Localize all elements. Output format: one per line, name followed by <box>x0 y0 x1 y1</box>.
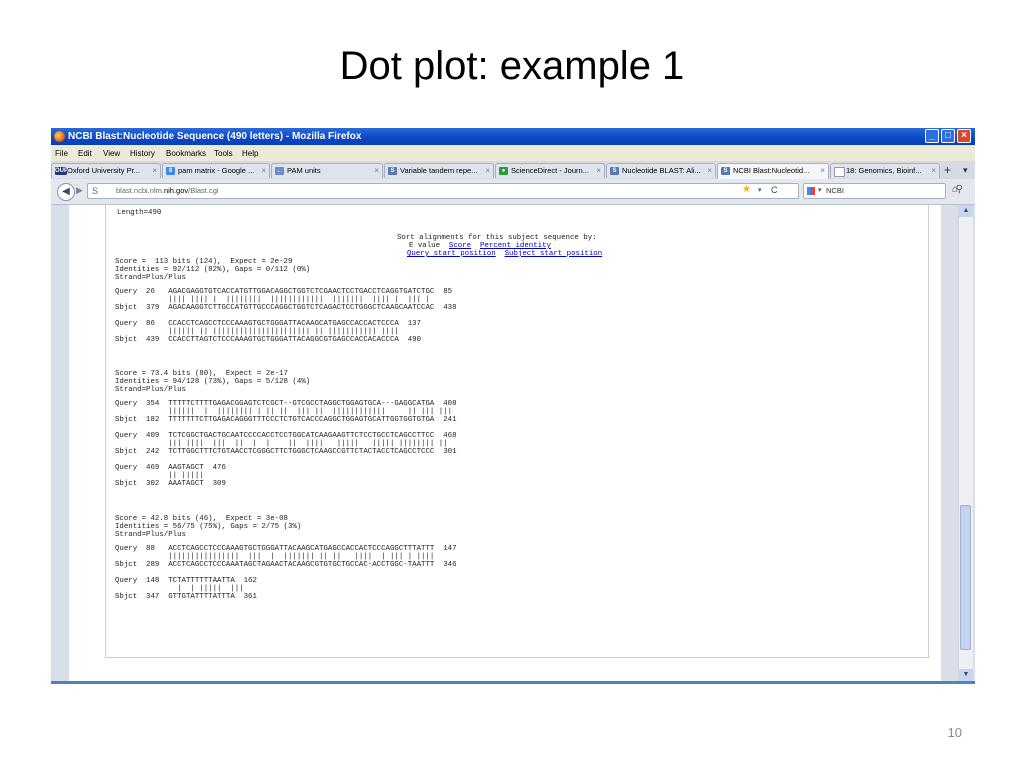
oup-icon: OUP <box>55 167 69 175</box>
page-number: 10 <box>947 725 962 740</box>
back-button[interactable]: ◀ <box>57 183 75 201</box>
google-icon: 8 <box>166 167 175 175</box>
google-icon[interactable] <box>807 187 815 195</box>
tab-genomics[interactable]: 18: Genomics, Bioinf... × <box>830 163 940 178</box>
back-arrow-icon: ← <box>275 167 284 175</box>
subject-length: Length=490 <box>117 209 162 217</box>
tab-close-icon[interactable]: × <box>707 164 712 178</box>
tab-close-icon[interactable]: × <box>931 164 936 178</box>
tab-close-icon[interactable]: × <box>596 164 601 178</box>
tab-variable-tandem[interactable]: S Variable tandem repe... × <box>384 163 494 178</box>
menu-help[interactable]: Help <box>242 146 258 161</box>
tab-oxford[interactable]: OUP Oxford University Pr... × <box>51 163 161 178</box>
blast-results-page: Length=490 Sort alignments for this subj… <box>69 205 941 681</box>
tab-close-icon[interactable]: × <box>820 164 825 178</box>
url-text: blast.ncbi.nlm.nih.gov/Blast.cgi <box>116 186 219 195</box>
sort-by-score-link[interactable]: Score <box>449 242 471 250</box>
ncbi-icon: S <box>610 167 619 175</box>
sort-row-2: Query start position Subject start posit… <box>407 250 602 258</box>
tab-pam-matrix[interactable]: 8 pam matrix - Google ... × <box>162 163 270 178</box>
search-text: NCBI <box>826 186 844 195</box>
tab-ncbi-blast-active[interactable]: S NCBI Blast:Nucleotid... × <box>717 163 829 179</box>
tab-close-icon[interactable]: × <box>261 164 266 178</box>
sort-by-query-start-link[interactable]: Query start position <box>407 250 496 258</box>
close-button[interactable]: × <box>957 129 971 143</box>
maximize-button[interactable]: □ <box>941 129 955 143</box>
menu-tools[interactable]: Tools <box>214 146 233 161</box>
menu-view[interactable]: View <box>103 146 120 161</box>
site-identity-icon[interactable]: S <box>92 184 98 198</box>
url-bar[interactable]: S blast.ncbi.nlm.nih.gov/Blast.cgi ★ ▾ C <box>87 183 799 199</box>
ncbi-icon: S <box>721 167 730 175</box>
url-dropdown-icon[interactable]: ▾ <box>758 184 762 198</box>
sort-by-subject-start-link[interactable]: Subject start position <box>505 250 603 258</box>
tab-close-icon[interactable]: × <box>152 164 157 178</box>
bookmark-star-icon[interactable]: ★ <box>742 183 751 197</box>
firefox-icon <box>54 131 65 142</box>
tab-pam-units[interactable]: ← PAM units × <box>271 163 383 178</box>
menu-edit[interactable]: Edit <box>78 146 92 161</box>
menu-history[interactable]: History <box>130 146 155 161</box>
sort-by-identity-link[interactable]: Percent identity <box>480 242 551 250</box>
minimize-button[interactable]: _ <box>925 129 939 143</box>
hsp-2-alignment: Score = 73.4 bits (80), Expect = 2e-17 Id… <box>115 370 457 488</box>
window-titlebar[interactable]: NCBI Blast:Nucleotide Sequence (490 lett… <box>51 128 975 145</box>
window-title: NCBI Blast:Nucleotide Sequence (490 lett… <box>68 131 362 142</box>
sciencedirect-icon: ● <box>499 167 508 175</box>
menu-bookmarks[interactable]: Bookmarks <box>166 146 206 161</box>
hsp-3-alignment: Score = 42.8 bits (46), Expect = 3e-08 Id… <box>115 515 457 601</box>
scrollbar-thumb[interactable] <box>960 505 971 650</box>
browser-window: NCBI Blast:Nucleotide Sequence (490 lett… <box>51 128 975 684</box>
page-content-area: Length=490 Sort alignments for this subj… <box>51 205 975 681</box>
sort-header: Sort alignments for this subject sequenc… <box>397 234 597 242</box>
scroll-up-arrow-icon[interactable]: ▲ <box>959 205 973 217</box>
forward-button[interactable]: ▶ <box>76 185 83 196</box>
blank-page-icon <box>834 167 845 177</box>
slide-title: Dot plot: example 1 <box>339 44 685 88</box>
tab-bar: OUP Oxford University Pr... × 8 pam matr… <box>51 161 975 179</box>
tab-list-button[interactable]: ▾ <box>963 163 968 177</box>
vertical-scrollbar[interactable]: ▲ ▼ <box>958 205 973 681</box>
hsp-1-alignment: Score = 113 bits (124), Expect = 2e-29 Id… <box>115 258 457 344</box>
new-tab-button[interactable]: + <box>944 163 951 177</box>
engine-dropdown-icon[interactable]: ▾ <box>818 184 822 198</box>
sort-row-1: E value Score Percent identity <box>409 242 551 250</box>
tab-close-icon[interactable]: × <box>485 164 490 178</box>
ncbi-icon: S <box>388 167 397 175</box>
navigation-bar: ◀ ▶ S blast.ncbi.nlm.nih.gov/Blast.cgi ★… <box>51 180 975 205</box>
reload-icon[interactable]: C <box>771 183 778 197</box>
home-icon[interactable]: ⌂ <box>952 184 958 195</box>
menu-bar: File Edit View History Bookmarks Tools H… <box>51 146 975 161</box>
search-box[interactable]: ▾ NCBI ⚲ <box>803 183 963 199</box>
tab-nucleotide-blast[interactable]: S Nucleotide BLAST: Ali... × <box>606 163 716 178</box>
menu-file[interactable]: File <box>55 146 68 161</box>
tab-close-icon[interactable]: × <box>374 164 379 178</box>
scroll-down-arrow-icon[interactable]: ▼ <box>959 669 973 681</box>
tab-sciencedirect[interactable]: ● ScienceDirect - Journ... × <box>495 163 605 178</box>
